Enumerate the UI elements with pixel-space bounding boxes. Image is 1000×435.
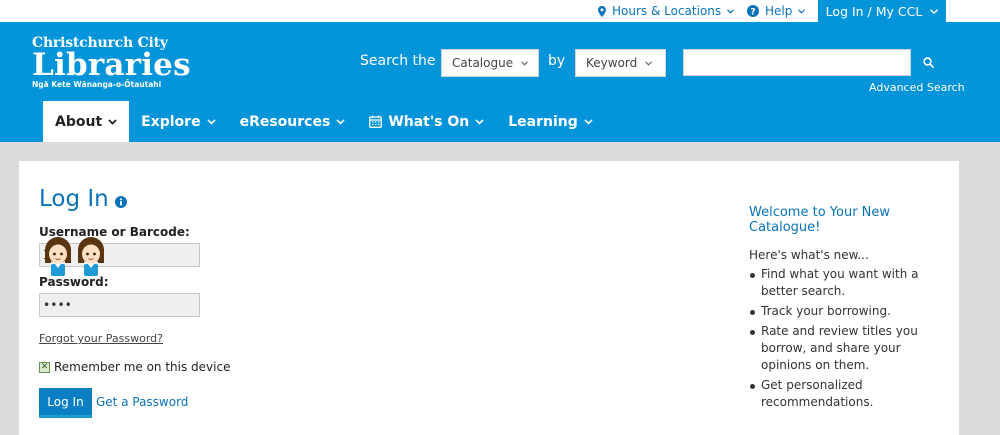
help-label: Help (765, 4, 793, 18)
chevron-down-icon (798, 8, 806, 14)
search-scope-value: Catalogue (452, 56, 514, 70)
list-item: Rate and review titles you borrow, and s… (749, 323, 929, 374)
remember-me-row[interactable]: ✕ Remember me on this device (39, 360, 230, 374)
nav-item-label: What's On (388, 113, 470, 130)
hours-locations-link[interactable]: Hours & Locations (598, 0, 735, 22)
info-icon[interactable] (115, 196, 127, 208)
login-my-ccl-label: Log In / My CCL (825, 3, 923, 19)
login-my-ccl-tab[interactable]: Log In / My CCL (818, 0, 946, 22)
nav-item-label: Learning (508, 113, 578, 130)
search-by-label: by (548, 53, 566, 69)
list-item: Track your borrowing. (749, 303, 929, 320)
logo-line2: Libraries (32, 47, 191, 83)
content-panel: Log In Username or Barcode: I 63 (19, 161, 959, 435)
site-header: Christchurch City Libraries Ngā Kete Wān… (0, 22, 1000, 142)
welcome-title: Welcome to Your New Catalogue! (749, 205, 891, 235)
chevron-down-icon (207, 118, 216, 125)
welcome-intro: Here's what's new... (749, 248, 869, 262)
chevron-down-icon (584, 118, 593, 125)
search-field-select[interactable]: Keyword (575, 49, 666, 77)
search-icon (922, 57, 934, 68)
nav-item-label: Explore (141, 113, 201, 130)
question-circle-icon: ? (747, 5, 759, 17)
page-title: Log In (39, 186, 109, 212)
forgot-password-link[interactable]: Forgot your Password? (39, 332, 163, 345)
welcome-list: Find what you want with a better search.… (749, 266, 929, 411)
list-item: Get personalized recommendations. (749, 377, 929, 411)
nav-item-about[interactable]: About (43, 101, 130, 142)
svg-text:?: ? (750, 7, 755, 17)
utility-bar: Hours & Locations ? Help Log In / My CCL (0, 0, 1000, 22)
nav-item-label: eResources (239, 113, 331, 130)
nav-item-explore[interactable]: Explore (129, 101, 227, 142)
search-the-label: Search the (360, 53, 436, 69)
chevron-down-icon (930, 8, 939, 14)
nav-item-eresources[interactable]: eResources (228, 101, 358, 142)
advanced-search-link[interactable]: Advanced Search (869, 81, 965, 94)
chevron-down-icon (727, 8, 735, 14)
hours-locations-label: Hours & Locations (612, 4, 722, 18)
calendar-icon (369, 115, 383, 128)
chevron-down-icon (645, 60, 653, 66)
chevron-down-icon (475, 118, 484, 125)
search-button[interactable] (914, 49, 942, 76)
avatar-icon (45, 237, 71, 276)
site-logo[interactable]: Christchurch City Libraries Ngā Kete Wān… (32, 36, 191, 89)
main-nav: About Explore eResources What's On Learn… (43, 101, 605, 142)
avatar-overlay (43, 235, 106, 277)
password-field[interactable]: •••• (39, 293, 200, 317)
chevron-down-icon (108, 118, 117, 125)
get-password-link[interactable]: Get a Password (96, 395, 188, 409)
search-input[interactable] (683, 49, 911, 76)
password-label: Password: (39, 275, 109, 289)
chevron-down-icon (336, 118, 345, 125)
nav-item-whats-on[interactable]: What's On (357, 101, 496, 142)
search-scope-select[interactable]: Catalogue (441, 49, 539, 77)
remember-me-checkbox[interactable]: ✕ (39, 361, 50, 373)
welcome-panel: Welcome to Your New Catalogue! Here's wh… (749, 205, 929, 414)
chevron-down-icon (521, 60, 528, 66)
help-link[interactable]: ? Help (747, 0, 806, 22)
remember-me-label: Remember me on this device (54, 360, 231, 374)
search-field-value: Keyword (586, 56, 638, 70)
list-item: Find what you want with a better search. (749, 266, 929, 300)
nav-item-learning[interactable]: Learning (496, 101, 605, 142)
avatar-icon (78, 237, 104, 276)
map-pin-icon (598, 5, 606, 17)
login-button[interactable]: Log In (39, 388, 92, 418)
nav-item-label: About (55, 113, 103, 130)
